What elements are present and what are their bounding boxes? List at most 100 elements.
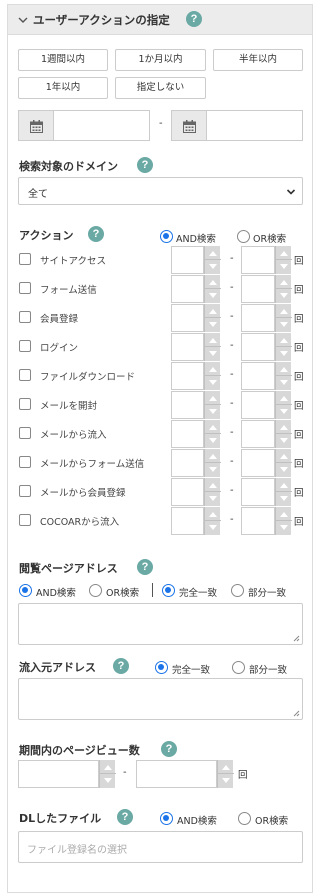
- action-min-input[interactable]: [171, 420, 204, 448]
- action-unit: 回: [294, 517, 304, 528]
- action-checkbox[interactable]: [19, 456, 31, 468]
- dl-file-and-radio[interactable]: [160, 812, 173, 825]
- action-min-input[interactable]: [171, 275, 204, 303]
- action-max-stepper[interactable]: [275, 449, 292, 477]
- action-max-stepper[interactable]: [275, 507, 292, 535]
- action-max-input[interactable]: [241, 304, 275, 332]
- action-max-stepper[interactable]: [275, 362, 292, 390]
- page-address-label: 閲覧ページアドレス: [19, 562, 118, 575]
- action-min-input[interactable]: [171, 391, 204, 419]
- action-or-radio[interactable]: [237, 230, 250, 243]
- action-max-input[interactable]: [241, 333, 275, 361]
- action-max-input[interactable]: [241, 478, 275, 506]
- period-1month-button[interactable]: 1か月以内: [115, 49, 206, 71]
- action-min-input[interactable]: [171, 246, 204, 274]
- referrer-partial-label: 部分一致: [249, 665, 288, 676]
- action-max-stepper[interactable]: [275, 478, 292, 506]
- help-icon[interactable]: ?: [161, 741, 177, 757]
- action-min-stepper[interactable]: [204, 391, 221, 419]
- action-unit: 回: [294, 430, 304, 441]
- action-min-input[interactable]: [171, 449, 204, 477]
- action-max-stepper[interactable]: [275, 275, 292, 303]
- action-min-stepper[interactable]: [204, 304, 221, 332]
- start-date-calendar-button[interactable]: [18, 110, 54, 141]
- action-checkbox[interactable]: [19, 485, 31, 497]
- action-min-stepper[interactable]: [204, 478, 221, 506]
- action-max-input[interactable]: [241, 507, 275, 535]
- action-max-stepper[interactable]: [275, 391, 292, 419]
- action-min-input[interactable]: [171, 362, 204, 390]
- domain-select[interactable]: 全て: [18, 177, 303, 205]
- referrer-label: 流入元アドレス: [19, 661, 96, 674]
- period-1week-button[interactable]: 1週間以内: [18, 49, 108, 71]
- dl-file-select[interactable]: ファイル登録名の選択: [18, 831, 303, 863]
- action-row: サイトアクセス - 回: [0, 245, 320, 274]
- start-date-input[interactable]: [53, 110, 150, 141]
- help-icon[interactable]: ?: [88, 226, 104, 242]
- action-min-input[interactable]: [171, 304, 204, 332]
- action-checkbox[interactable]: [19, 253, 31, 265]
- resize-grip-icon[interactable]: [293, 635, 300, 642]
- page-address-textarea[interactable]: [18, 603, 303, 645]
- action-min-stepper[interactable]: [204, 246, 221, 274]
- period-1year-button[interactable]: 1年以内: [18, 77, 108, 99]
- page-address-partial-radio[interactable]: [231, 584, 244, 597]
- action-range-separator: -: [230, 311, 234, 322]
- action-max-stepper[interactable]: [275, 246, 292, 274]
- referrer-exact-radio[interactable]: [155, 661, 168, 674]
- action-max-input[interactable]: [241, 362, 275, 390]
- action-checkbox[interactable]: [19, 514, 31, 526]
- action-min-stepper[interactable]: [204, 333, 221, 361]
- pageviews-min-stepper[interactable]: [99, 760, 116, 788]
- pageviews-separator: -: [123, 767, 127, 778]
- action-max-stepper[interactable]: [275, 304, 292, 332]
- pageviews-max-stepper[interactable]: [217, 760, 234, 788]
- help-icon[interactable]: ?: [113, 658, 129, 674]
- action-max-stepper[interactable]: [275, 420, 292, 448]
- help-icon[interactable]: ?: [137, 559, 153, 575]
- help-icon[interactable]: ?: [137, 157, 153, 173]
- action-and-radio[interactable]: [160, 230, 173, 243]
- help-icon[interactable]: ?: [186, 11, 202, 27]
- panel-header[interactable]: ユーザーアクションの指定 ?: [8, 5, 312, 35]
- action-max-input[interactable]: [241, 246, 275, 274]
- action-row: 会員登録 - 回: [0, 303, 320, 332]
- period-halfyear-button[interactable]: 半年以内: [213, 49, 303, 71]
- end-date-calendar-button[interactable]: [171, 110, 207, 141]
- action-checkbox[interactable]: [19, 369, 31, 381]
- action-checkbox[interactable]: [19, 282, 31, 294]
- action-range-separator: -: [230, 456, 234, 467]
- action-min-stepper[interactable]: [204, 362, 221, 390]
- referrer-partial-radio[interactable]: [232, 661, 245, 674]
- action-max-input[interactable]: [241, 275, 275, 303]
- action-min-stepper[interactable]: [204, 507, 221, 535]
- action-max-input[interactable]: [241, 449, 275, 477]
- referrer-textarea[interactable]: [18, 678, 303, 720]
- action-item-label: メールからフォーム送信: [40, 459, 145, 470]
- help-icon[interactable]: ?: [117, 809, 133, 825]
- page-address-and-radio[interactable]: [19, 584, 32, 597]
- period-none-button[interactable]: 指定しない: [115, 77, 206, 99]
- action-min-input[interactable]: [171, 478, 204, 506]
- action-checkbox[interactable]: [19, 427, 31, 439]
- action-checkbox[interactable]: [19, 311, 31, 323]
- action-checkbox[interactable]: [19, 340, 31, 352]
- action-max-input[interactable]: [241, 420, 275, 448]
- pageviews-min-input[interactable]: [18, 760, 99, 788]
- action-min-stepper[interactable]: [204, 275, 221, 303]
- action-min-stepper[interactable]: [204, 420, 221, 448]
- dl-file-or-radio[interactable]: [238, 812, 251, 825]
- action-min-input[interactable]: [171, 507, 204, 535]
- page-address-exact-radio[interactable]: [162, 584, 175, 597]
- chevron-down-icon[interactable]: [17, 14, 29, 26]
- action-max-input[interactable]: [241, 391, 275, 419]
- action-min-input[interactable]: [171, 333, 204, 361]
- action-checkbox[interactable]: [19, 398, 31, 410]
- action-range-separator: -: [230, 340, 234, 351]
- action-min-stepper[interactable]: [204, 449, 221, 477]
- end-date-input[interactable]: [206, 110, 303, 141]
- pageviews-max-input[interactable]: [136, 760, 217, 788]
- resize-grip-icon[interactable]: [293, 710, 300, 717]
- action-max-stepper[interactable]: [275, 333, 292, 361]
- page-address-or-radio[interactable]: [89, 584, 102, 597]
